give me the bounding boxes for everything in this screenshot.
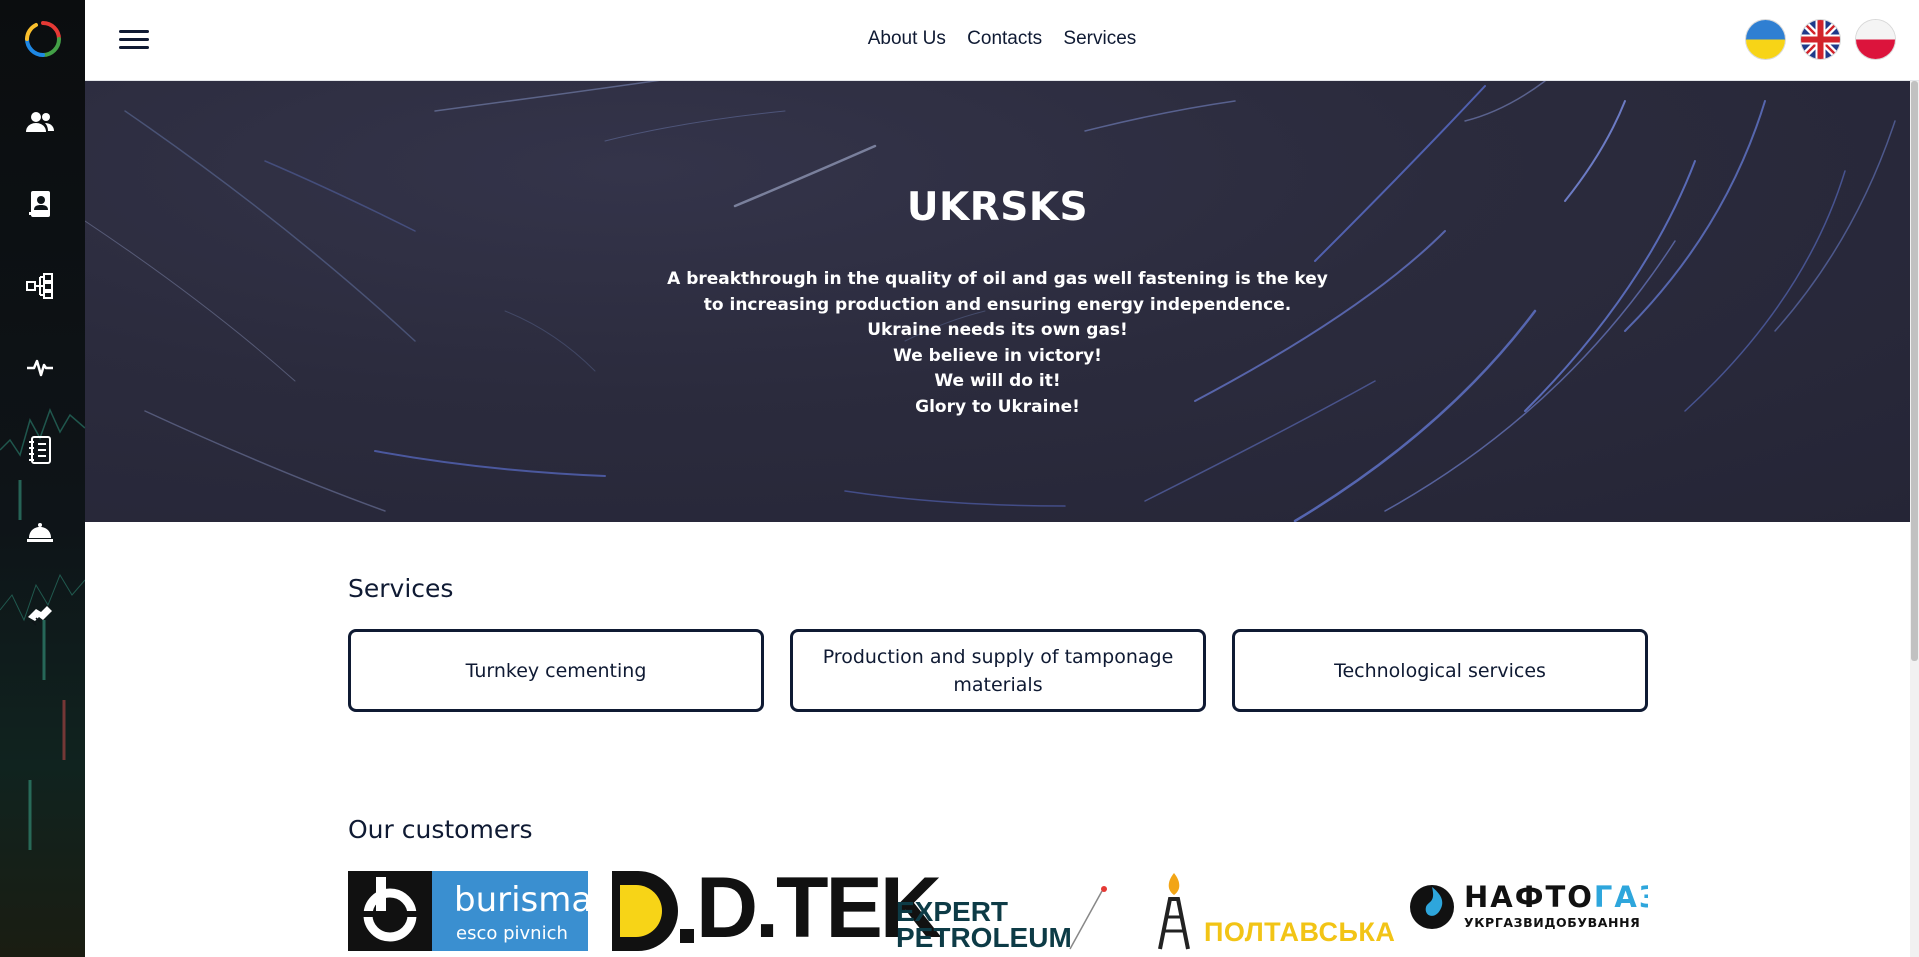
naftogaz-logo-text-part1: НАФТО xyxy=(1464,880,1594,914)
services-heading: Services xyxy=(348,574,454,603)
customers-heading: Our customers xyxy=(348,815,533,844)
scrollbar-thumb[interactable] xyxy=(1911,81,1918,661)
service-card-cementing[interactable]: Turnkey cementing xyxy=(348,629,764,712)
services-list: Turnkey cementing Production and supply … xyxy=(348,629,1648,712)
sidebar-item-users[interactable] xyxy=(24,106,56,138)
sidebar-item-partners[interactable] xyxy=(24,598,56,630)
hero-banner: UKRSKS A breakthrough in the quality of … xyxy=(85,81,1910,522)
burisma-logo-text: burisma xyxy=(454,880,593,920)
nav-services-link[interactable]: Services xyxy=(1063,28,1136,49)
sidebar-item-services[interactable] xyxy=(24,516,56,548)
sidebar-item-documents[interactable] xyxy=(24,434,56,466)
hero-title: UKRSKS xyxy=(906,185,1089,230)
users-icon xyxy=(26,112,54,132)
expert-logo-line2: PETROLEUM xyxy=(896,922,1072,953)
burisma-logo-mark-icon xyxy=(358,877,422,942)
customer-logo-expert-petroleum[interactable]: EXPERT PETROLEUM xyxy=(896,871,1146,953)
poltava-derrick-icon xyxy=(1158,873,1190,950)
nav-about-link[interactable]: About Us xyxy=(868,28,946,49)
hero-line: A breakthrough in the quality of oil and… xyxy=(667,269,1328,289)
naftogaz-logo-text: НАФТОГАЗ xyxy=(1464,881,1648,913)
customer-logo-dtek[interactable]: D.TEK xyxy=(612,866,942,953)
service-bell-icon xyxy=(27,523,53,542)
sidebar xyxy=(0,0,85,957)
hero-text: A breakthrough in the quality of oil and… xyxy=(85,267,1910,421)
sidebar-item-contacts[interactable] xyxy=(24,188,56,220)
sidebar-item-activity[interactable] xyxy=(24,352,56,384)
structure-icon xyxy=(26,273,53,299)
page-scrollbar[interactable] xyxy=(1910,81,1919,957)
uk-flag-icon[interactable] xyxy=(1801,20,1840,59)
naftogaz-logo-subtext: УКРГАЗВИДОБУВАННЯ xyxy=(1464,915,1641,930)
hero-line: We will do it! xyxy=(934,371,1061,392)
hero-line: Ukraine needs its own gas! xyxy=(867,320,1128,341)
sidebar-item-structure[interactable] xyxy=(24,270,56,302)
document-list-icon xyxy=(29,436,51,464)
hero-line: Glory to Ukraine! xyxy=(915,396,1080,417)
top-bar: About Us Contacts Services xyxy=(85,0,1919,81)
customer-logo-poltava[interactable]: ПОЛТАВСЬКА xyxy=(1148,871,1395,951)
sidebar-background-chart xyxy=(0,408,85,850)
hero-line: to increasing production and ensuring en… xyxy=(703,294,1292,315)
expert-logo-mark-icon xyxy=(1069,886,1107,950)
customer-logo-burisma[interactable]: burisma esco pivnich xyxy=(348,871,592,951)
nav-contacts-link[interactable]: Contacts xyxy=(967,28,1042,49)
customers-logos: burisma esco pivnich D.TEK EXPERT PETROL… xyxy=(348,866,1648,957)
poland-flag-icon[interactable] xyxy=(1856,20,1895,59)
pulse-icon xyxy=(27,359,53,377)
naftogaz-drop-icon xyxy=(1410,885,1454,929)
language-switcher xyxy=(1746,20,1895,59)
customer-logo-naftogaz[interactable]: НАФТОГАЗ УКРГАЗВИДОБУВАННЯ xyxy=(1408,871,1648,951)
poltava-logo-text: ПОЛТАВСЬКА xyxy=(1204,917,1396,947)
hero-line: We believe in victory! xyxy=(893,345,1102,366)
handshake-icon xyxy=(28,606,52,626)
ukraine-flag-icon[interactable] xyxy=(1746,20,1785,59)
burisma-logo-subtext: esco pivnich xyxy=(456,923,568,944)
app-logo-icon[interactable] xyxy=(24,20,62,58)
contacts-book-icon xyxy=(29,191,50,217)
main-nav: About Us Contacts Services xyxy=(85,28,1919,50)
naftogaz-logo-text-part2: ГАЗ xyxy=(1593,880,1648,914)
service-card-technological[interactable]: Technological services xyxy=(1232,629,1648,712)
service-card-materials[interactable]: Production and supply of tamponage mater… xyxy=(790,629,1206,712)
